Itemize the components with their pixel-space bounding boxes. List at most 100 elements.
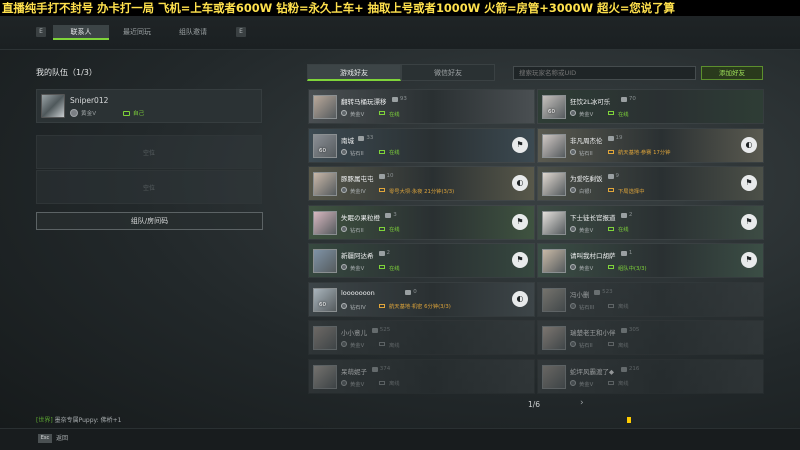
- friend-badge-count: 216: [628, 365, 640, 372]
- trophy-icon: [620, 97, 627, 102]
- friend-name: 瑞楚老王和小伴: [570, 329, 616, 337]
- friend-name: 翻转马桶玩漂移: [341, 98, 387, 106]
- invite-flag-icon[interactable]: ⚑: [512, 252, 528, 268]
- next-page-button[interactable]: ›: [580, 398, 584, 408]
- friend-card[interactable]: 冯小删 523 钻石III 离线: [537, 282, 764, 317]
- card-background: [309, 359, 534, 393]
- empty-team-slot[interactable]: 空位: [36, 135, 262, 169]
- card-background: [309, 167, 534, 200]
- trophy-icon: [594, 289, 601, 295]
- friend-card[interactable]: 瑞楚老王和小伴 305 钻石II 离线: [537, 320, 764, 355]
- member-status: 自己: [133, 111, 145, 117]
- friend-card[interactable]: 小小意儿 525 黄金V 离线: [308, 320, 535, 355]
- friend-name: 下士徒长官报道: [570, 213, 616, 222]
- join-game-icon[interactable]: ◐: [512, 290, 528, 307]
- friend-card[interactable]: 60 狂饮2L冰可乐 70 黄金V 在线: [537, 89, 764, 124]
- team-title: 我的队伍（1/3）: [36, 68, 97, 77]
- monitor-icon: [608, 342, 614, 346]
- trophy-icon: [405, 289, 412, 295]
- friend-card[interactable]: 60 looooooon 0 钻石IV 航天基地·机密 6分钟(3/3) ◐: [308, 281, 535, 317]
- rank-icon: [341, 341, 347, 347]
- invite-flag-icon[interactable]: ⚑: [741, 213, 757, 230]
- monitor-icon: [608, 149, 614, 154]
- rank-icon: [341, 379, 347, 386]
- monitor-icon: [608, 188, 614, 192]
- friend-card[interactable]: 新疆阿达希 2 黄金V 在线 ⚑: [308, 243, 535, 278]
- card-background: [538, 282, 763, 316]
- friend-search-input[interactable]: [513, 66, 696, 80]
- friend-rank: 钻石II: [579, 150, 593, 157]
- team-panel: 我的队伍（1/3）: [36, 64, 264, 82]
- monitor-icon: [123, 111, 130, 116]
- monitor-icon: [379, 149, 385, 154]
- monitor-icon: [608, 380, 614, 385]
- trophy-icon: [607, 174, 614, 179]
- friend-status: 离线: [618, 304, 629, 310]
- card-background: [309, 244, 534, 277]
- join-game-icon[interactable]: ◐: [741, 136, 757, 153]
- friend-status: 在线: [389, 265, 400, 272]
- friend-card[interactable]: 豚豚属屯屯 10 黄金IV 零号大坝·永夜 21分钟(3/3) ◐: [308, 166, 535, 201]
- friend-name: 狂饮2L冰可乐: [570, 98, 611, 106]
- friend-card[interactable]: 呆萌妮子 374 黄金V 离线: [308, 359, 535, 394]
- tab-contacts[interactable]: 联系人: [53, 25, 109, 40]
- friend-name: 豚豚属屯屯: [341, 175, 374, 183]
- avatar: [542, 364, 566, 389]
- friend-card[interactable]: 为爱吃剩饭 9 白银I 下局选择中 ⚑: [537, 166, 764, 201]
- join-game-icon[interactable]: ◐: [512, 175, 528, 191]
- card-background: [538, 359, 763, 393]
- tab-wechat-friends[interactable]: 微信好友: [401, 64, 495, 81]
- invite-flag-icon[interactable]: ⚑: [512, 136, 528, 153]
- avatar: [313, 326, 337, 350]
- avatar: [542, 210, 566, 235]
- team-room-code-button[interactable]: 组队/房间码: [36, 212, 263, 230]
- tab-team-invites[interactable]: 组队邀请: [165, 25, 221, 40]
- chat-message: 墨奈专属Puppy: 佛桥+1: [54, 417, 122, 424]
- friend-card[interactable]: 失眠の果粒橙 3 钻石II 在线 ⚑: [308, 204, 535, 240]
- friend-card[interactable]: 非凡周杰伦 19 钻石II 航天基地·参赛 17分钟 ◐: [537, 127, 764, 163]
- empty-team-slot[interactable]: 空位: [36, 170, 262, 204]
- avatar: [542, 95, 566, 119]
- avatar: [313, 95, 337, 119]
- friend-badge-count: 3: [393, 211, 397, 218]
- trophy-icon: [620, 366, 627, 372]
- monitor-icon: [379, 188, 385, 192]
- friend-rank: 黄金V: [350, 381, 365, 388]
- prev-tab-hint-icon[interactable]: E: [36, 27, 46, 37]
- friend-card[interactable]: 请叫我村口胡萨 1 黄金V 组队中(3/3) ⚑: [537, 243, 764, 278]
- friend-name: 冯小删: [570, 290, 590, 299]
- friend-status: 下局选择中: [618, 188, 645, 195]
- next-tab-hint-icon[interactable]: E: [236, 27, 246, 37]
- friend-badge-count: 33: [366, 134, 374, 141]
- friend-rank: 黄金V: [350, 266, 365, 272]
- friend-name: 非凡周杰伦: [570, 136, 603, 145]
- monitor-icon: [608, 226, 614, 231]
- monitor-icon: [379, 111, 385, 115]
- card-background: [538, 90, 763, 123]
- monitor-icon: [608, 265, 614, 269]
- team-member-slot[interactable]: Sniper012 黄金V 自己: [36, 89, 262, 123]
- friend-badge-count: 70: [628, 96, 636, 102]
- tab-game-friends[interactable]: 游戏好友: [307, 64, 401, 81]
- monitor-icon: [608, 303, 614, 308]
- rank-icon: [570, 148, 576, 155]
- friend-card[interactable]: 翻转马桶玩漂移 93 黄金V 在线: [308, 89, 535, 124]
- back-label: 返回: [56, 435, 69, 442]
- level-label: 60: [319, 301, 326, 308]
- friend-status: 零号大坝·永夜 21分钟(3/3): [389, 188, 455, 195]
- friend-name: 请叫我村口胡萨: [570, 252, 616, 260]
- rank-icon: [570, 225, 576, 232]
- friend-name: 南城: [341, 136, 354, 145]
- tab-recent-players[interactable]: 最近同玩: [109, 25, 165, 40]
- invite-flag-icon[interactable]: ⚑: [512, 213, 528, 230]
- friend-status: 在线: [618, 111, 629, 118]
- monitor-icon: [379, 226, 385, 231]
- add-friend-button[interactable]: 添加好友: [701, 66, 763, 80]
- invite-flag-icon[interactable]: ⚑: [741, 252, 757, 268]
- invite-flag-icon[interactable]: ⚑: [741, 175, 757, 191]
- friend-card[interactable]: 下士徒长官报道 2 黄金V 在线 ⚑: [537, 204, 764, 240]
- friend-card[interactable]: 60 南城 33 钻石II 在线 ⚑: [308, 127, 535, 163]
- rank-icon: [341, 225, 347, 232]
- friend-card[interactable]: 蛇坪风霸渡了◆ 216 黄金V 离线: [537, 359, 764, 394]
- esc-key-icon[interactable]: Esc: [38, 434, 52, 443]
